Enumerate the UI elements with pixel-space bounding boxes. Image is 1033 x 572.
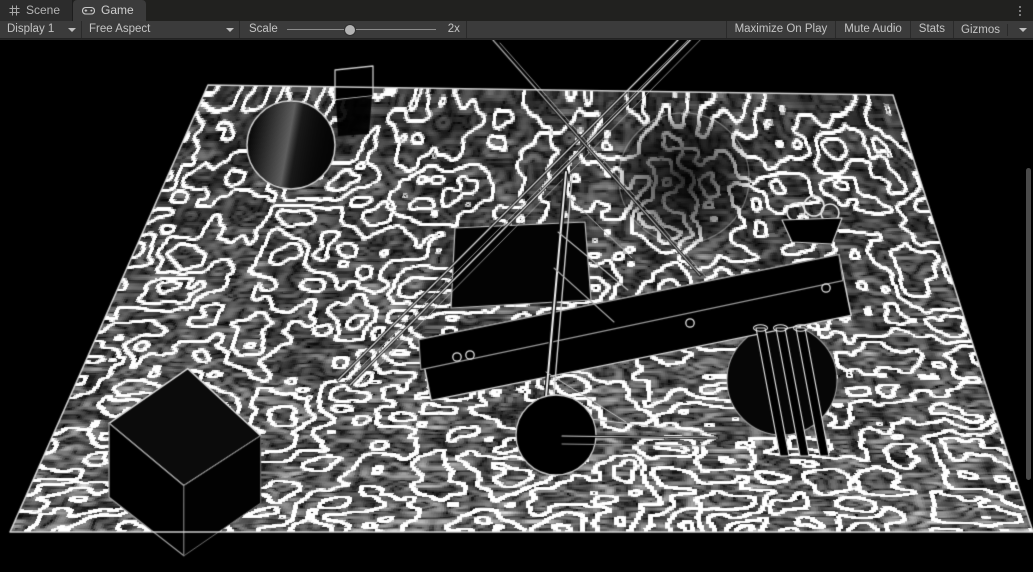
scale-slider-track (286, 29, 436, 30)
tab-bar-spacer (145, 0, 1011, 21)
aspect-ratio-dropdown[interactable]: Free Aspect (82, 21, 240, 38)
chevron-down-icon[interactable] (1019, 27, 1027, 32)
scale-slider-thumb[interactable] (345, 25, 356, 35)
chevron-down-icon (68, 27, 76, 32)
gizmos-control[interactable]: Gizmos (953, 21, 1033, 38)
unity-game-view-window: Scene Game Display 1 Free Aspect Scale 2… (0, 0, 1033, 572)
gizmos-separator (1007, 23, 1008, 36)
vertical-scrollbar[interactable] (1026, 168, 1031, 480)
tab-game-label: Game (101, 3, 134, 17)
display-dropdown[interactable]: Display 1 (0, 21, 82, 38)
maximize-on-play-button[interactable]: Maximize On Play (725, 21, 836, 38)
aspect-ratio-label: Free Aspect (89, 23, 151, 35)
scale-slider[interactable] (286, 21, 436, 38)
tab-game[interactable]: Game (73, 0, 146, 21)
gamepad-icon (82, 6, 96, 15)
display-dropdown-label: Display 1 (7, 23, 55, 35)
stats-button[interactable]: Stats (909, 21, 954, 38)
grid-icon (9, 5, 20, 16)
editor-tab-bar: Scene Game (0, 0, 1033, 21)
scale-value: 2x (447, 23, 460, 35)
mute-audio-label: Mute Audio (844, 23, 902, 35)
gizmos-label: Gizmos (961, 23, 1000, 36)
chevron-down-icon (226, 27, 234, 32)
scale-control-group: Scale 2x (240, 21, 467, 38)
maximize-on-play-label: Maximize On Play (734, 23, 828, 35)
game-view-render[interactable] (0, 40, 1033, 572)
game-view-toolbar: Display 1 Free Aspect Scale 2x Maximize … (0, 21, 1033, 39)
scale-label: Scale (249, 23, 278, 35)
stats-label: Stats (918, 23, 946, 35)
mute-audio-button[interactable]: Mute Audio (835, 21, 910, 38)
game-render-canvas[interactable] (0, 40, 1033, 572)
kebab-menu-icon[interactable] (1011, 0, 1029, 21)
tab-scene[interactable]: Scene (0, 0, 74, 21)
tab-scene-label: Scene (26, 3, 61, 17)
